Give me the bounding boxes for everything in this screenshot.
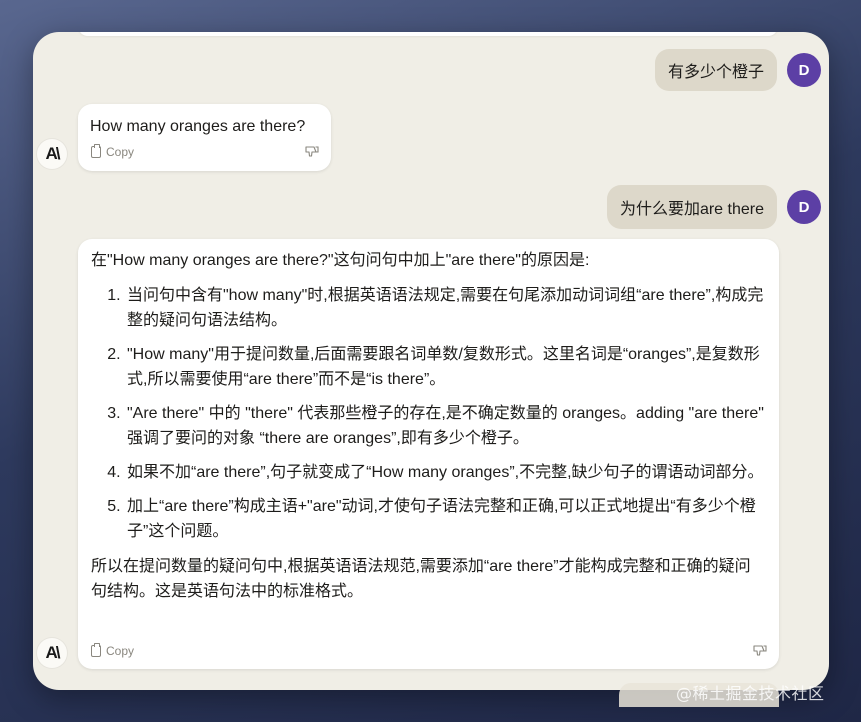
- reasons-list: 当问句中含有"how many"时,根据英语语法规定,需要在句尾添加动词词组“a…: [91, 283, 765, 544]
- assistant-message-body: 在"How many oranges are there?"这句问句中加上"ar…: [91, 248, 765, 604]
- copy-button[interactable]: Copy: [91, 144, 135, 159]
- watermark: @稀土掘金技术社区: [676, 684, 825, 703]
- answer-intro: 在"How many oranges are there?"这句问句中加上"ar…: [91, 252, 590, 269]
- message-actions: Copy: [91, 643, 767, 658]
- list-item: 如果不加“are there”,句子就变成了“How many oranges”…: [125, 460, 765, 485]
- copy-button[interactable]: Copy: [91, 643, 135, 658]
- user-message-bubble[interactable]: 为什么要加are there: [606, 185, 777, 229]
- thumbs-down-icon[interactable]: [753, 645, 767, 657]
- user-message-bubble[interactable]: 有多少个橙子: [654, 49, 777, 91]
- assistant-message-card: 在"How many oranges are there?"这句问句中加上"ar…: [78, 239, 779, 669]
- user-avatar[interactable]: D: [787, 53, 821, 87]
- clipboard-icon: [91, 144, 101, 158]
- list-item: "How many"用于提问数量,后面需要跟名词单数/复数形式。这里名词是“or…: [125, 342, 765, 392]
- assistant-message-text: How many oranges are there?: [90, 118, 306, 135]
- answer-conclusion: 所以在提问数量的疑问句中,根据英语语法规范,需要添加“are there”才能构…: [91, 558, 751, 600]
- assistant-message-card: How many oranges are there? Copy: [78, 104, 331, 171]
- copy-label: Copy: [106, 644, 135, 658]
- list-item: "Are there" 中的 "there" 代表那些橙子的存在,是不确定数量的…: [125, 401, 765, 451]
- message-actions: Copy: [91, 144, 319, 159]
- user-avatar[interactable]: D: [787, 190, 821, 224]
- user-message: 为什么要加are there D: [606, 185, 821, 229]
- assistant-logo-icon: A\: [37, 638, 67, 668]
- assistant-logo-icon: A\: [37, 139, 67, 169]
- copy-label: Copy: [106, 145, 135, 159]
- clipboard-icon: [91, 643, 101, 657]
- thumbs-down-icon[interactable]: [305, 146, 319, 158]
- list-item: 加上“are there”构成主语+"are"动词,才使句子语法完整和正确,可以…: [125, 494, 765, 544]
- previous-message-edge: [78, 32, 778, 36]
- chat-window: 有多少个橙子 D A\ How many oranges are there? …: [33, 32, 829, 690]
- list-item: 当问句中含有"how many"时,根据英语语法规定,需要在句尾添加动词词组“a…: [125, 283, 765, 333]
- user-message: 有多少个橙子 D: [654, 49, 821, 91]
